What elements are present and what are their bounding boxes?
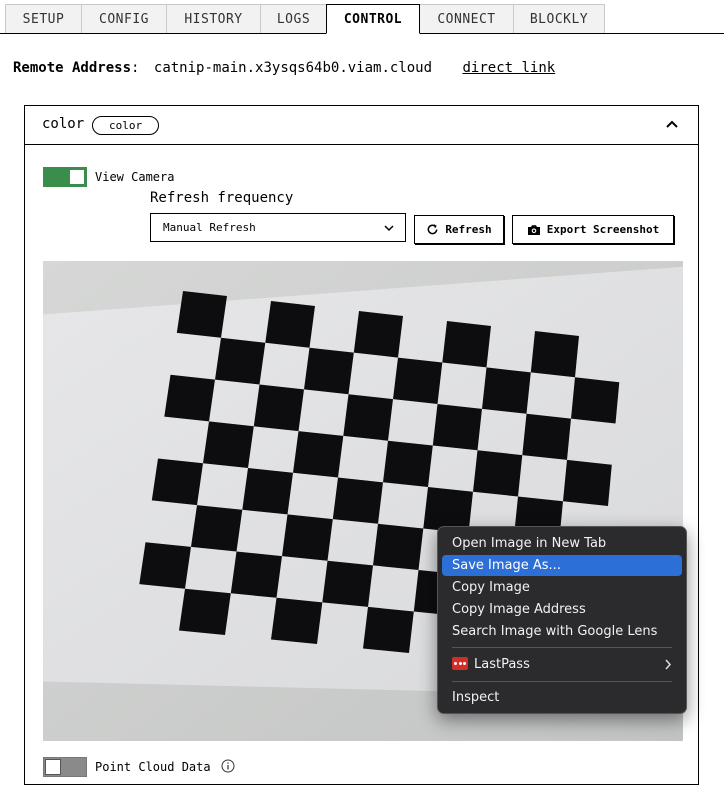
checker-square xyxy=(373,523,424,570)
tab-blockly[interactable]: BLOCKLY xyxy=(513,4,605,33)
point-cloud-toggle[interactable] xyxy=(43,757,87,777)
tab-history[interactable]: HISTORY xyxy=(166,4,261,33)
checker-square xyxy=(293,431,344,478)
refresh-button[interactable]: Refresh xyxy=(414,215,504,244)
lastpass-icon xyxy=(452,657,468,670)
menu-save-image-as[interactable]: Save Image As... xyxy=(442,555,682,576)
checker-square xyxy=(265,301,315,348)
refresh-icon xyxy=(427,224,438,235)
remote-address-row: Remote Address: catnip-main.x3ysqs64b0.v… xyxy=(13,60,555,76)
checker-square xyxy=(473,450,523,497)
refresh-frequency-select[interactable]: Manual Refresh xyxy=(150,213,406,242)
refresh-frequency-label: Refresh frequency xyxy=(150,190,294,206)
checker-square xyxy=(242,468,293,515)
tab-connect[interactable]: CONNECT xyxy=(419,4,514,33)
checker-square xyxy=(353,311,403,358)
menu-inspect[interactable]: Inspect xyxy=(442,687,682,708)
checker-square xyxy=(393,357,443,404)
checker-square xyxy=(522,413,571,460)
export-screenshot-label: Export Screenshot xyxy=(546,223,660,236)
checker-square xyxy=(282,514,333,561)
checker-square xyxy=(571,377,620,424)
toggle-knob xyxy=(45,759,61,775)
checker-square xyxy=(482,367,531,414)
point-cloud-label: Point Cloud Data xyxy=(95,760,211,774)
checker-square xyxy=(383,440,433,487)
checker-square xyxy=(215,337,266,385)
checker-square xyxy=(563,459,612,506)
tab-setup[interactable]: SETUP xyxy=(5,4,82,33)
checker-square xyxy=(203,421,254,468)
refresh-frequency-value: Manual Refresh xyxy=(163,221,256,234)
menu-search-google-lens[interactable]: Search Image with Google Lens xyxy=(442,621,682,642)
export-screenshot-button[interactable]: Export Screenshot xyxy=(512,215,674,244)
tab-bar: SETUP CONFIG HISTORY LOGS CONTROL CONNEC… xyxy=(0,0,724,34)
tab-config[interactable]: CONFIG xyxy=(81,4,167,33)
menu-separator xyxy=(452,647,672,648)
checker-square xyxy=(230,551,282,598)
refresh-button-label: Refresh xyxy=(445,223,492,236)
checker-square xyxy=(139,542,191,589)
menu-copy-image-address[interactable]: Copy Image Address xyxy=(442,599,682,620)
toggle-knob xyxy=(69,169,85,185)
checker-square xyxy=(343,394,393,441)
chevron-down-icon xyxy=(384,225,394,232)
checker-square xyxy=(304,347,354,395)
menu-open-image-new-tab[interactable]: Open Image in New Tab xyxy=(442,533,682,554)
context-menu: Open Image in New Tab Save Image As... C… xyxy=(437,526,687,714)
direct-link[interactable]: direct link xyxy=(462,60,555,76)
camera-icon xyxy=(527,224,540,235)
checker-square xyxy=(271,597,323,644)
remote-address-label: Remote Address xyxy=(13,60,132,76)
checker-square xyxy=(179,588,231,635)
tab-control[interactable]: CONTROL xyxy=(326,4,420,34)
checker-square xyxy=(191,505,243,552)
checker-square xyxy=(253,384,304,432)
checker-square xyxy=(164,374,215,422)
checker-square xyxy=(176,291,227,338)
view-camera-label: View Camera xyxy=(95,170,175,184)
info-icon[interactable] xyxy=(221,759,235,773)
checker-square xyxy=(530,331,579,378)
view-camera-toggle[interactable] xyxy=(43,167,87,187)
card-title: color xyxy=(42,116,85,132)
menu-copy-image[interactable]: Copy Image xyxy=(442,577,682,598)
chevron-right-icon xyxy=(665,659,672,670)
remote-address-separator: : xyxy=(131,60,140,76)
card-header[interactable]: color color xyxy=(25,106,698,145)
checker-square xyxy=(363,606,414,653)
remote-address-value: catnip-main.x3ysqs64b0.viam.cloud xyxy=(153,60,433,76)
checker-square xyxy=(432,404,482,451)
checker-square xyxy=(151,458,203,506)
checker-square xyxy=(442,321,491,368)
menu-lastpass[interactable]: LastPass xyxy=(442,654,682,675)
component-type-badge: color xyxy=(92,116,160,135)
menu-separator xyxy=(452,681,672,682)
checker-square xyxy=(322,560,373,607)
chevron-up-icon[interactable] xyxy=(664,116,680,132)
checker-square xyxy=(332,477,383,524)
tab-logs[interactable]: LOGS xyxy=(260,4,327,33)
menu-lastpass-label: LastPass xyxy=(474,657,530,672)
